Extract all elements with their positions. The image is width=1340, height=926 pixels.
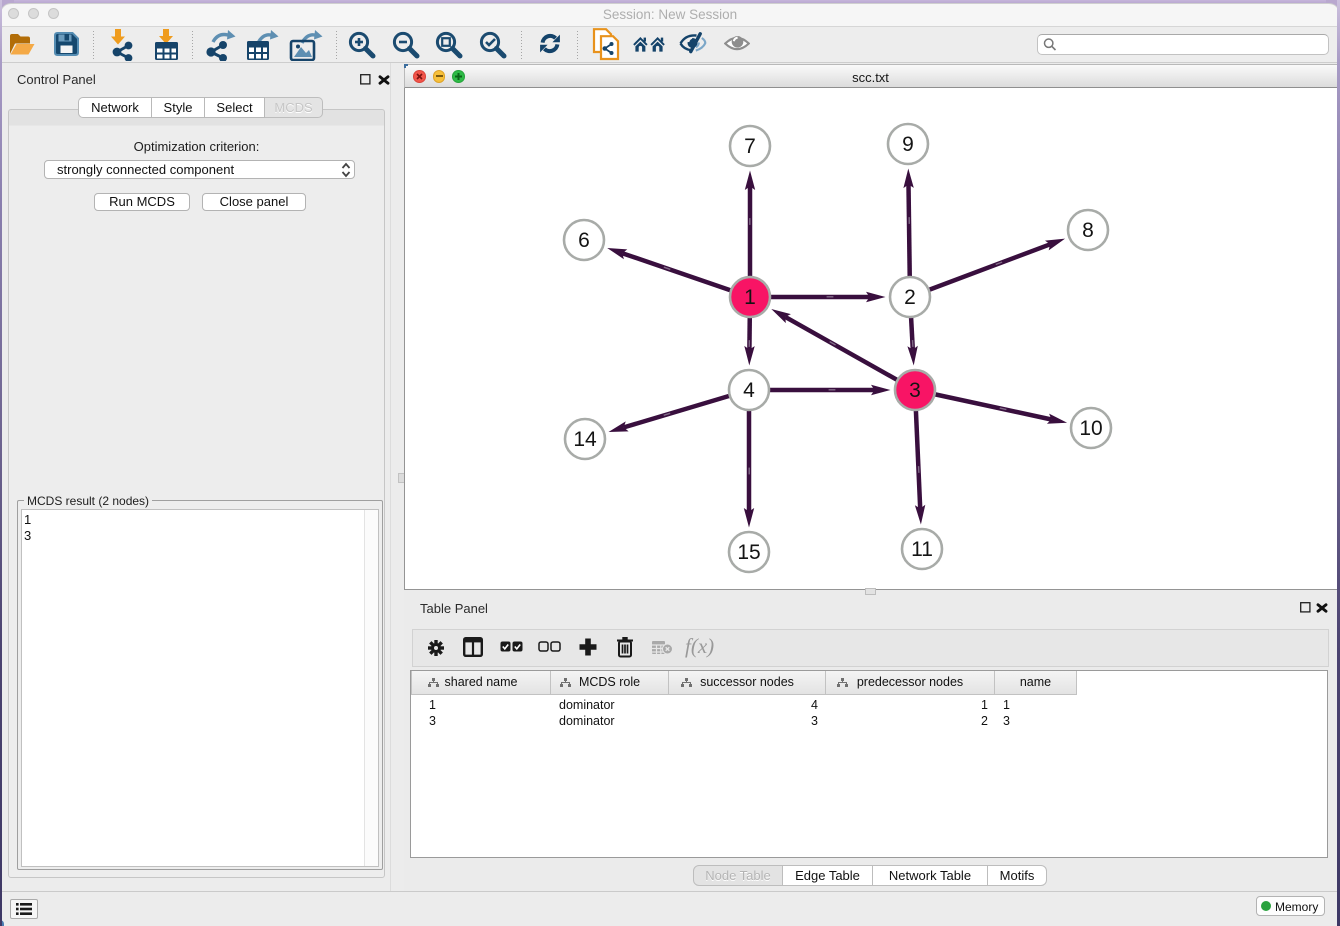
svg-text:7: 7 — [744, 135, 756, 158]
svg-text:11: 11 — [911, 538, 933, 561]
svg-text:8: 8 — [1082, 219, 1094, 242]
svg-text:14: 14 — [573, 428, 597, 451]
svg-text:3: 3 — [909, 379, 921, 402]
svg-text:4: 4 — [743, 379, 755, 402]
svg-text:15: 15 — [737, 541, 760, 564]
svg-text:1: 1 — [744, 286, 756, 309]
svg-text:10: 10 — [1079, 417, 1102, 440]
svg-text:2: 2 — [904, 286, 916, 309]
svg-text:6: 6 — [578, 229, 590, 252]
svg-text:9: 9 — [902, 133, 914, 156]
